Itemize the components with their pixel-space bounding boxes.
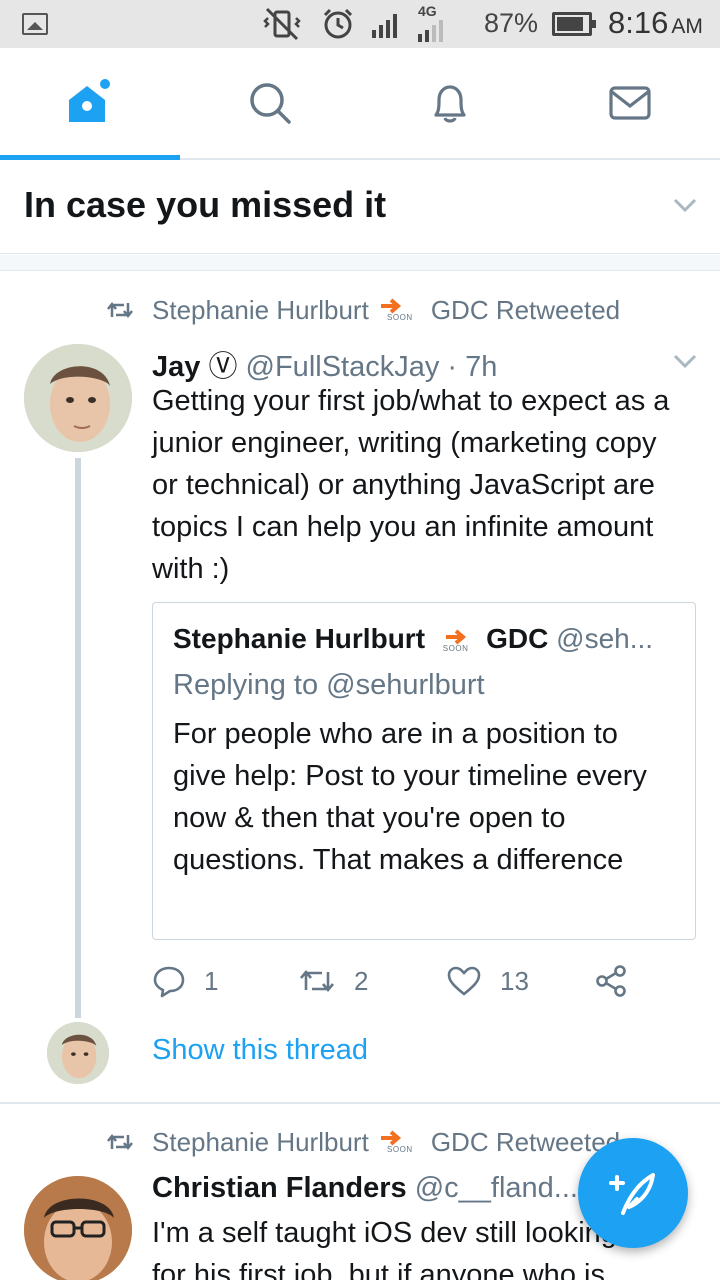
compose-quill-icon bbox=[609, 1173, 655, 1215]
gallery-notification-icon bbox=[22, 13, 48, 35]
author-handle[interactable]: @FullStackJay bbox=[246, 351, 440, 383]
chevron-down-icon[interactable] bbox=[672, 196, 698, 214]
reply-count: 1 bbox=[204, 965, 219, 996]
verified-badge-icon: Ⓥ bbox=[208, 351, 238, 383]
quote-soon-badge: SOON bbox=[443, 629, 469, 653]
quote-handle: @seh... bbox=[556, 623, 654, 654]
tweet-header: Jay Ⓥ @FullStackJay · 7h bbox=[152, 343, 497, 385]
battery-icon bbox=[552, 12, 596, 36]
network-type-label: 4G bbox=[418, 3, 437, 19]
signal-2-group: 4G bbox=[414, 3, 450, 42]
tweet-header-2: Christian Flanders @c__fland... bbox=[152, 1172, 578, 1205]
soon-badge: SOON bbox=[379, 1130, 421, 1154]
quoted-tweet[interactable]: Stephanie Hurlburt SOON GDC @seh... Repl… bbox=[152, 602, 696, 940]
clock: 8:16 AM bbox=[608, 5, 703, 41]
mail-icon bbox=[609, 86, 651, 120]
share-button[interactable] bbox=[594, 958, 646, 1004]
retweeted-by-name[interactable]: Stephanie Hurlburt bbox=[152, 1127, 369, 1158]
retweeted-by-suffix: GDC Retweeted bbox=[430, 1126, 621, 1157]
retweeted-by-suffix: GDC Retweeted bbox=[430, 294, 621, 325]
like-count: 13 bbox=[500, 965, 529, 996]
show-thread-link[interactable]: Show this thread bbox=[152, 1034, 368, 1067]
soon-label: SOON bbox=[442, 643, 469, 653]
reply-icon bbox=[153, 966, 185, 998]
author-name[interactable]: Christian Flanders bbox=[152, 1172, 407, 1204]
tab-search[interactable] bbox=[180, 48, 360, 158]
avatar-jay-small[interactable] bbox=[47, 1022, 109, 1084]
compose-tweet-button[interactable] bbox=[578, 1138, 688, 1248]
alarm-icon bbox=[323, 8, 353, 39]
tweet-divider bbox=[0, 1102, 720, 1104]
author-handle[interactable]: @c__fland... bbox=[415, 1172, 578, 1204]
vibrate-mute-icon bbox=[263, 7, 301, 41]
battery-percent: 87% bbox=[484, 8, 539, 38]
tweet-options-chevron-icon[interactable] bbox=[672, 352, 698, 370]
thread-connector bbox=[75, 458, 81, 1018]
retweet-icon bbox=[107, 301, 133, 319]
arrow-right-icon bbox=[445, 629, 466, 645]
tweet-actions: 1 2 13 bbox=[152, 958, 692, 1004]
status-bar: 4G 87% 8:16 AM bbox=[0, 0, 720, 48]
avatar-christian[interactable] bbox=[24, 1176, 132, 1280]
tab-home[interactable] bbox=[0, 48, 180, 158]
quote-author-suffix: GDC bbox=[486, 623, 549, 654]
tab-bar bbox=[0, 48, 720, 160]
quote-reply-to: Replying to @sehurlburt bbox=[173, 669, 485, 701]
author-name[interactable]: Jay bbox=[152, 351, 200, 383]
quote-text: For people who are in a position to give… bbox=[173, 718, 647, 876]
quote-header: Stephanie Hurlburt SOON GDC @seh... bbox=[173, 623, 683, 655]
retweet-button[interactable]: 2 bbox=[298, 958, 368, 1004]
avatar-jay[interactable] bbox=[24, 344, 132, 452]
reply-button[interactable]: 1 bbox=[152, 958, 218, 1004]
avatar-christian-image bbox=[24, 1176, 132, 1280]
clock-time: 8:16 bbox=[608, 5, 669, 40]
bell-icon bbox=[434, 85, 466, 123]
retweeted-by-name[interactable]: Stephanie Hurlburt bbox=[152, 295, 369, 326]
avatar-jay-image bbox=[24, 344, 132, 452]
home-icon bbox=[69, 79, 110, 122]
retweet-icon bbox=[300, 969, 334, 993]
status-icons: 4G bbox=[262, 3, 450, 42]
search-icon bbox=[250, 83, 291, 124]
arrow-right-icon bbox=[380, 298, 401, 314]
section-separator bbox=[0, 255, 720, 271]
like-button[interactable]: 13 bbox=[446, 958, 529, 1004]
tweet-time: · 7h bbox=[447, 351, 498, 383]
section-title: In case you missed it bbox=[24, 184, 387, 225]
arrow-right-icon bbox=[380, 1130, 401, 1146]
clock-ampm: AM bbox=[671, 15, 703, 38]
soon-badge: SOON bbox=[379, 298, 421, 322]
signal-1-icon bbox=[372, 14, 397, 38]
retweet-icon bbox=[107, 1133, 133, 1151]
tweet-text: Getting your first job/what to expect as… bbox=[152, 385, 670, 585]
heart-icon bbox=[447, 966, 481, 996]
avatar-jay-small-image bbox=[47, 1022, 109, 1084]
retweet-context-2: Stephanie Hurlburt SOON GDC Retweeted bbox=[106, 1122, 620, 1162]
soon-label: SOON bbox=[387, 1145, 413, 1154]
tweet-text-line: for his first job, but if anyone who is bbox=[152, 1259, 605, 1280]
section-header: In case you missed it bbox=[0, 160, 720, 254]
tab-notifications[interactable] bbox=[360, 48, 540, 158]
share-icon bbox=[596, 965, 626, 997]
retweet-count: 2 bbox=[354, 965, 369, 996]
tab-messages[interactable] bbox=[540, 48, 720, 158]
signal-2-icon bbox=[418, 20, 443, 42]
quote-author-name: Stephanie Hurlburt bbox=[173, 623, 426, 654]
soon-label: SOON bbox=[387, 313, 413, 322]
retweet-context: Stephanie Hurlburt SOON GDC Retweeted bbox=[106, 290, 620, 330]
